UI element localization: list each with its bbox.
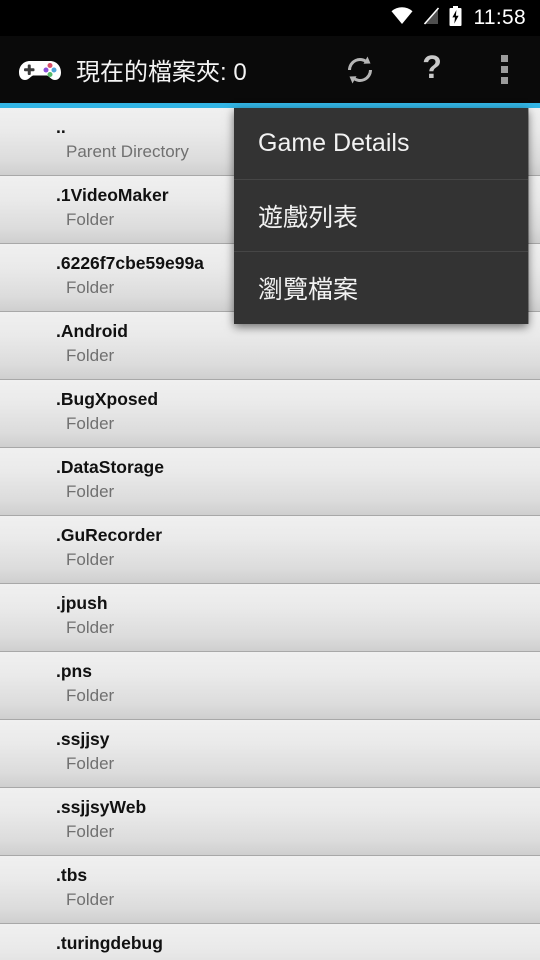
file-name: .ssjjsyWeb (56, 797, 147, 817)
file-type: Folder (66, 890, 115, 909)
overflow-menu[interactable]: Game Details 遊戲列表 瀏覽檔案 (234, 108, 528, 324)
file-name: .GuRecorder (56, 525, 162, 545)
overflow-menu-icon[interactable] (468, 36, 540, 103)
list-item[interactable]: .turingdebug Folder (0, 924, 540, 960)
file-name: .tbs (56, 865, 88, 885)
list-item[interactable]: .jpush Folder (0, 584, 540, 652)
file-name: .turingdebug (56, 933, 163, 953)
phone-screen: 11:58 現在的檔案夾: 0 ? .. Parent Directory .1… (0, 0, 540, 960)
list-item[interactable]: .ssjjsyWeb Folder (0, 788, 540, 856)
battery-charging-icon (449, 5, 462, 31)
file-type: Folder (66, 414, 115, 433)
svg-text:?: ? (422, 52, 442, 85)
file-type: Folder (66, 346, 115, 365)
list-item[interactable]: .ssjjsy Folder (0, 720, 540, 788)
list-item[interactable]: .tbs Folder (0, 856, 540, 924)
refresh-icon[interactable] (324, 36, 396, 103)
help-icon[interactable]: ? (396, 36, 468, 103)
file-type: Folder (66, 956, 540, 960)
file-name: .pns (56, 661, 92, 681)
page-title: 現在的檔案夾: 0 (76, 59, 247, 86)
file-name: .DataStorage (56, 457, 164, 477)
list-item[interactable]: .pns Folder (0, 652, 540, 720)
menu-item-game-details[interactable]: Game Details (234, 108, 528, 180)
file-type: Folder (66, 754, 115, 773)
menu-item-browse-files[interactable]: 瀏覽檔案 (234, 252, 528, 324)
file-name: .jpush (56, 593, 108, 613)
file-name: .BugXposed (56, 389, 159, 409)
file-type: Folder (66, 550, 115, 569)
menu-item-game-list[interactable]: 遊戲列表 (234, 180, 528, 252)
status-bar-clock: 11:58 (473, 6, 526, 29)
list-item[interactable]: .GuRecorder Folder (0, 516, 540, 584)
overflow-dots (500, 55, 508, 84)
wifi-icon (390, 6, 414, 30)
list-item[interactable]: .DataStorage Folder (0, 448, 540, 516)
status-bar: 11:58 (0, 0, 540, 36)
gamepad-icon[interactable] (12, 55, 68, 85)
file-type: Folder (66, 822, 115, 841)
file-type: Folder (66, 482, 115, 501)
list-item[interactable]: .BugXposed Folder (0, 380, 540, 448)
file-type: Folder (66, 618, 115, 637)
file-name: .ssjjsy (56, 729, 110, 749)
file-type: Folder (66, 686, 115, 705)
no-signal-icon (423, 6, 440, 30)
app-bar: 現在的檔案夾: 0 ? (0, 36, 540, 103)
